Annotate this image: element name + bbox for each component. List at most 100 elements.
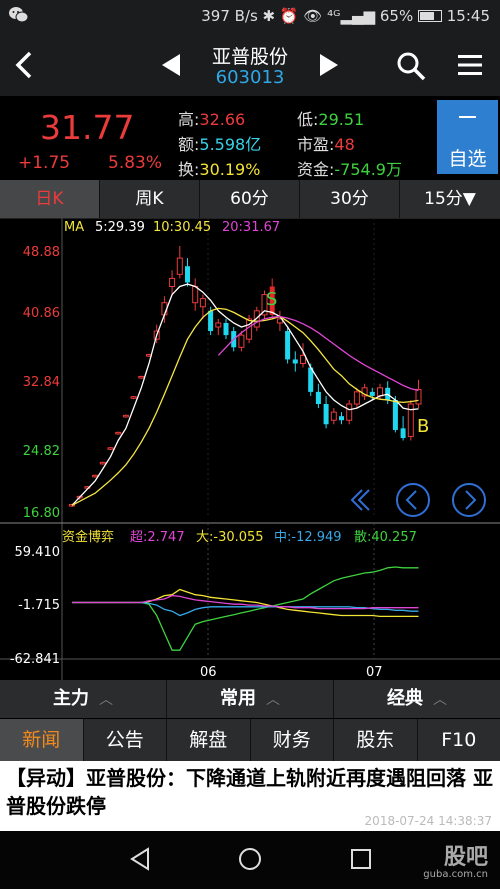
candle-body	[285, 331, 291, 360]
tab-15min-dropdown[interactable]: 15分▼	[400, 180, 500, 218]
add-watchlist-button[interactable]: 自选	[437, 100, 498, 174]
recent-square-icon[interactable]	[351, 849, 371, 869]
candle-body	[130, 396, 137, 399]
candle-body	[300, 354, 306, 364]
low-stat: 低:29.51	[297, 110, 365, 129]
tab-analysis[interactable]: 解盘	[167, 719, 251, 761]
candle-body	[208, 310, 214, 332]
ma-label: MA	[64, 220, 84, 235]
tab-classic[interactable]: 经典 ︿	[334, 680, 500, 718]
candle-body	[169, 277, 176, 287]
tab-main-force-label: 主力	[53, 688, 89, 709]
watermark-url: guba.com.cn	[423, 869, 488, 880]
candle-body	[392, 399, 398, 430]
kline-chart[interactable]: MA 5:29.39 10:30.45 20:31.67 48.88 40.86…	[0, 218, 500, 680]
tab-main-force[interactable]: 主力 ︿	[0, 680, 167, 718]
candle-body	[315, 391, 321, 405]
status-bar: 397 B/s ✱ ⏰ 👁 ⁴ᴳ▂▄▆ 65% 15:45	[0, 0, 500, 34]
candle-body	[107, 447, 114, 450]
nav-bar: 亚普股份 603013	[0, 34, 500, 96]
sub-indicator-title: 资金博弈	[62, 529, 114, 545]
prev-stock-icon[interactable]	[162, 54, 180, 76]
candle-body	[346, 403, 353, 421]
back-icon[interactable]	[10, 48, 40, 82]
price-tick-4: 24.82	[23, 444, 60, 459]
ma5-value: 5:29.39	[95, 220, 145, 235]
tab-daily-k[interactable]: 日K	[0, 180, 100, 218]
chevron-up-icon: ︿	[266, 692, 280, 708]
sub-tick-2: -1.715	[18, 598, 60, 613]
tab-finance[interactable]: 财务	[251, 719, 334, 761]
sell-signal-marker: S	[266, 289, 277, 310]
clock-time: 15:45	[446, 7, 490, 25]
candle-body	[138, 375, 145, 379]
candle-body	[199, 298, 206, 308]
candle-body	[369, 391, 375, 396]
turnover-stat: 换:30.19%	[178, 160, 261, 179]
pe-stat: 市盈:48	[297, 135, 355, 154]
sub-tick-1: 59.410	[15, 545, 61, 560]
candle-body	[400, 428, 406, 439]
candle-body	[339, 416, 344, 421]
candle-body	[292, 359, 298, 364]
x-tick-07: 07	[366, 665, 383, 680]
sub-mid-value: 中:-12.949	[274, 530, 342, 545]
candle-body	[185, 266, 190, 283]
tab-shareholders[interactable]: 股东	[334, 719, 418, 761]
info-tabs: 新闻 公告 解盘 财务 股东 F10	[0, 719, 500, 761]
sub-super-value: 超:2.747	[130, 530, 185, 545]
buy-signal-marker: B	[417, 416, 429, 437]
stock-name: 亚普股份	[211, 46, 288, 68]
chevron-up-icon: ︿	[433, 692, 447, 708]
period-tabs: 日K 周K 60分 30分 15分▼	[0, 180, 500, 218]
tab-common[interactable]: 常用 ︿	[167, 680, 334, 718]
tab-classic-label: 经典	[387, 688, 423, 709]
candle-body	[415, 388, 422, 405]
tab-f10[interactable]: F10	[418, 719, 500, 761]
watermark-brand: 股吧	[443, 845, 488, 870]
status-indicators: 397 B/s ✱ ⏰ 👁 ⁴ᴳ▂▄▆ 65% 15:45	[201, 7, 490, 25]
price-tick-5: 16.80	[23, 506, 60, 521]
x-tick-06: 06	[200, 665, 217, 680]
candle-body	[215, 322, 222, 328]
sub-small-value: 散:40.257	[354, 530, 417, 545]
price-tick-1: 48.88	[23, 245, 60, 260]
back-triangle-icon[interactable]	[130, 847, 149, 871]
price-change: +1.75	[18, 153, 71, 173]
candle-body	[92, 474, 99, 478]
battery-icon	[417, 10, 442, 22]
candle-body	[330, 411, 337, 421]
home-circle-icon[interactable]	[239, 848, 261, 870]
search-icon[interactable]	[395, 50, 427, 82]
sub-tick-3: -62.841	[10, 652, 60, 667]
tab-30min[interactable]: 30分	[300, 180, 400, 218]
news-headline[interactable]: 【异动】亚普股份：下降通道上轨附近再度遇阻回落 亚普股份跌停 2018-07-2…	[0, 761, 500, 831]
candle-body	[122, 414, 129, 418]
candle-body	[223, 322, 229, 336]
price-tick-2: 40.86	[23, 306, 60, 321]
amount-stat: 额:5.598亿	[178, 135, 262, 154]
tab-60min[interactable]: 60分	[200, 180, 300, 218]
wechat-icon	[8, 6, 30, 28]
minus-icon	[459, 116, 476, 118]
price-change-pct: 5.83%	[108, 153, 163, 173]
system-nav-bar: 股吧 guba.com.cn	[0, 831, 500, 889]
ma20-value: 20:31.67	[222, 220, 280, 235]
chevron-up-icon: ︿	[99, 692, 113, 708]
sub-big-value: 大:-30.055	[196, 530, 264, 545]
candle-body	[192, 285, 199, 304]
ma10-value: 10:30.45	[153, 220, 211, 235]
function-tabs: 主力 ︿ 常用 ︿ 经典 ︿	[0, 680, 500, 718]
stock-code: 603013	[215, 67, 285, 88]
candle-body	[353, 391, 360, 405]
high-stat: 高:32.66	[178, 110, 246, 129]
quote-panel: 31.77 +1.75 5.83% 高:32.66 额:5.598亿 换:30.…	[0, 96, 500, 180]
tab-announcements[interactable]: 公告	[84, 719, 167, 761]
fund-flow-stat: 资金:-754.9万	[297, 160, 402, 179]
menu-icon[interactable]	[456, 52, 484, 78]
next-stock-icon[interactable]	[320, 54, 338, 76]
candle-body	[323, 404, 329, 425]
candle-body	[99, 461, 106, 465]
tab-weekly-k[interactable]: 周K	[100, 180, 200, 218]
tab-news[interactable]: 新闻	[0, 719, 84, 761]
